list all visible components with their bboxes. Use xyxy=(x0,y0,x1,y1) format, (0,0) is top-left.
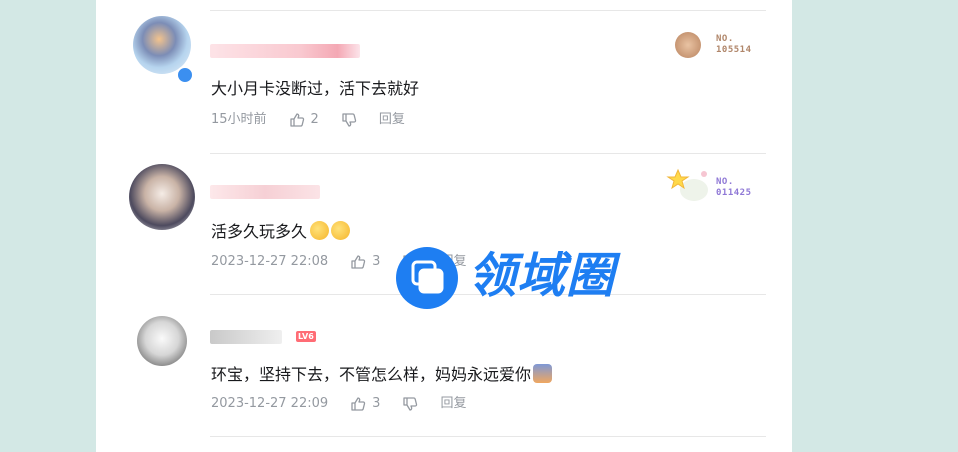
fan-no-value: 011425 xyxy=(716,188,752,198)
thumbs-up-icon[interactable] xyxy=(289,112,305,128)
thumbs-down-icon[interactable] xyxy=(402,396,418,412)
comment-text-content: 环宝，坚持下去，不管怎么样，妈妈永远爱你 xyxy=(211,365,532,384)
thumbs-up-icon[interactable] xyxy=(350,254,366,270)
watermark-logo-icon xyxy=(396,247,458,309)
comment-meta: 2023-12-27 22:09 3 回复 xyxy=(211,396,466,412)
verified-badge-icon xyxy=(176,66,194,84)
smile-emoji-icon xyxy=(310,221,330,240)
comment-time: 15小时前 xyxy=(211,112,267,127)
thumbs-down-icon[interactable] xyxy=(341,112,357,128)
watermark: 领域圈 xyxy=(396,243,682,309)
avatar[interactable] xyxy=(137,316,187,366)
fan-no-label: NO. xyxy=(716,177,734,187)
level-badge: LV6 xyxy=(296,331,316,342)
fan-number: NO. 011425 xyxy=(716,177,752,199)
thumbs-up-icon[interactable] xyxy=(350,396,366,412)
divider xyxy=(210,10,766,11)
avatar[interactable] xyxy=(129,164,195,230)
comment-panel: 大小月卡没断过，活下去就好 15小时前 2 回复 NO. 105514 活多久玩… xyxy=(96,0,792,452)
username[interactable] xyxy=(210,44,360,58)
reply-button[interactable]: 回复 xyxy=(379,112,405,128)
star-medal-icon xyxy=(666,168,708,201)
comment-text: 大小月卡没断过，活下去就好 xyxy=(211,79,420,98)
comment-text: 活多久玩多久 xyxy=(211,221,351,242)
smile-emoji-icon xyxy=(331,221,351,240)
comment-text-content: 活多久玩多久 xyxy=(211,222,308,241)
fan-no-label: NO. xyxy=(716,34,734,44)
username[interactable] xyxy=(210,185,320,199)
crying-emoji-icon xyxy=(533,364,553,383)
fan-no-value: 105514 xyxy=(716,45,752,55)
fan-number: NO. 105514 xyxy=(716,34,752,56)
comment-text: 环宝，坚持下去，不管怎么样，妈妈永远爱你 xyxy=(211,364,553,385)
like-count: 3 xyxy=(372,254,381,269)
divider xyxy=(210,436,766,437)
reply-button[interactable]: 回复 xyxy=(440,396,466,412)
watermark-text: 领域圈 xyxy=(468,248,616,304)
comment-time: 2023-12-27 22:09 xyxy=(211,396,329,411)
like-count: 2 xyxy=(310,112,319,127)
comment-time: 2023-12-27 22:08 xyxy=(211,254,329,269)
comment-meta: 15小时前 2 回复 xyxy=(211,112,405,128)
username[interactable] xyxy=(210,330,282,344)
divider xyxy=(210,153,766,154)
like-count: 3 xyxy=(372,396,381,411)
fan-medal-icon xyxy=(675,32,701,58)
